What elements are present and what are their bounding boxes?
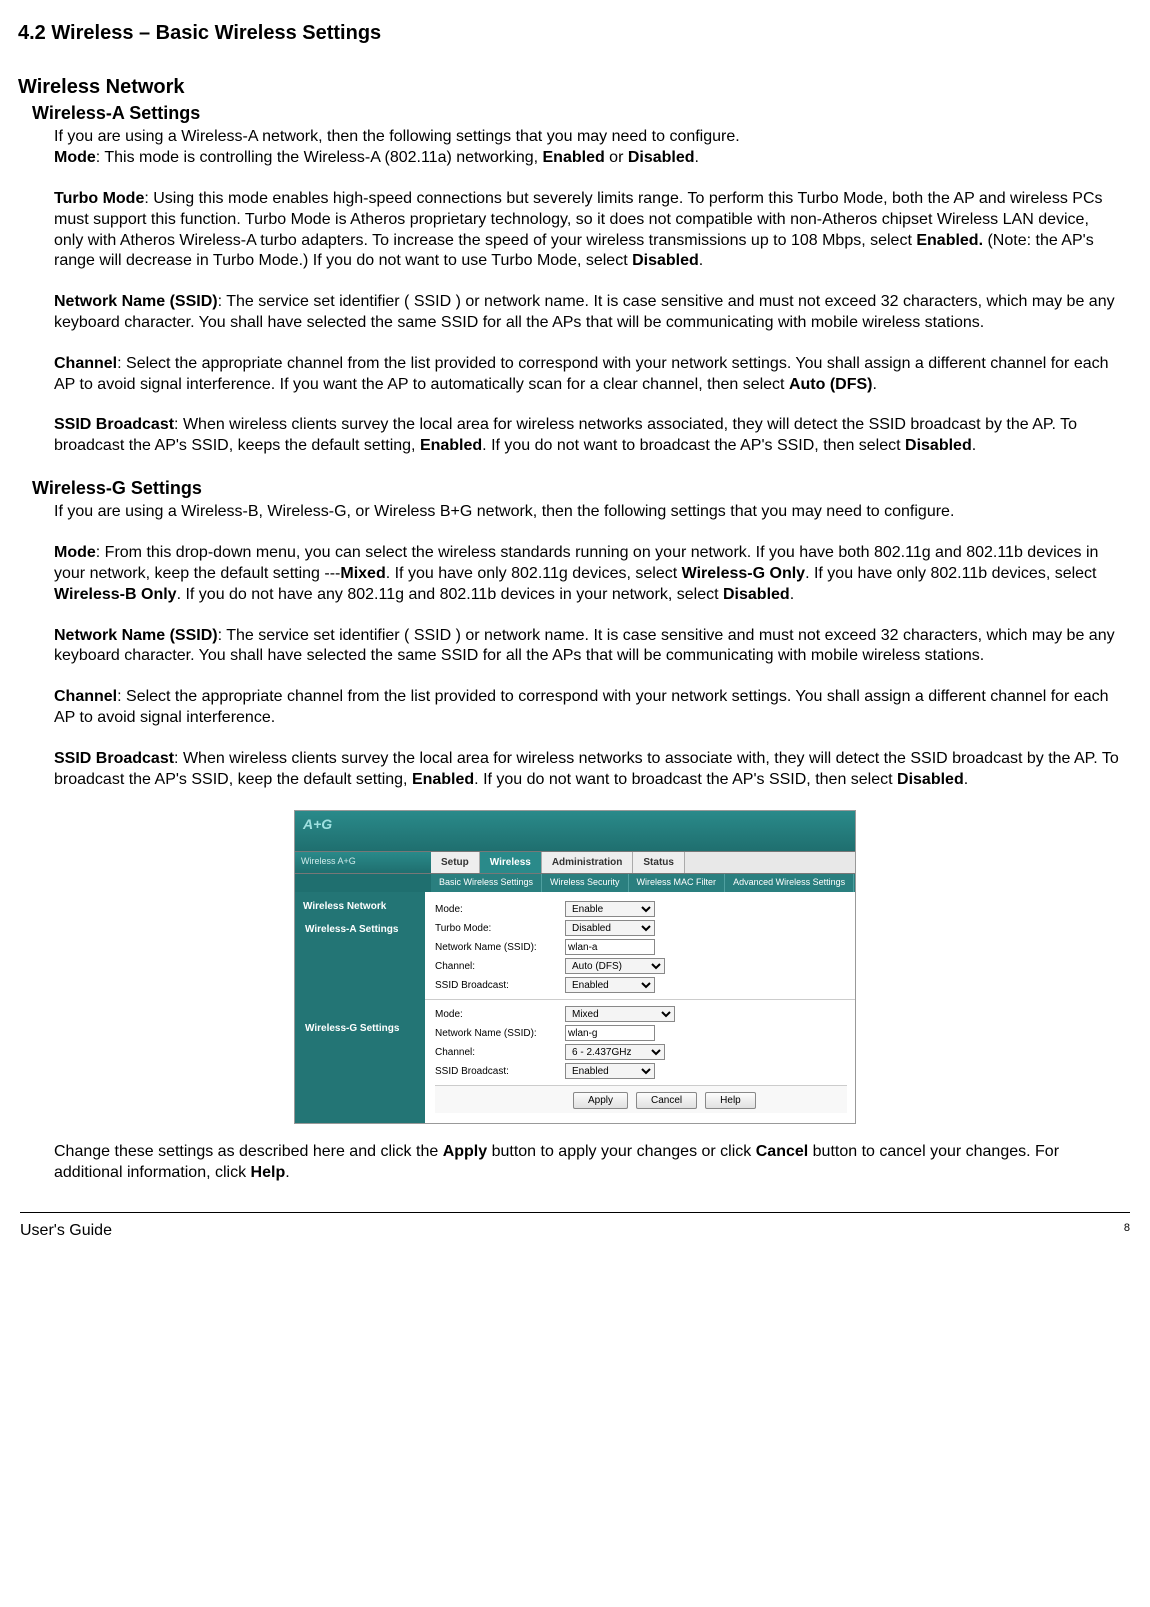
footer-page-number: 8 (1124, 1221, 1130, 1242)
select-channel-a[interactable]: Auto (DFS) (565, 958, 665, 974)
a-mode: Mode: This mode is controlling the Wirel… (54, 148, 1122, 169)
side-header: Wireless Network (295, 898, 425, 919)
label-ssid: Network Name (SSID) (54, 627, 218, 644)
router-ui-screenshot: A+G Wireless A+G Setup Wireless Administ… (18, 810, 1132, 1124)
select-mode-g[interactable]: Mixed (565, 1006, 675, 1022)
g-channel: Channel: Select the appropriate channel … (54, 687, 1122, 729)
a-intro: If you are using a Wireless-A network, t… (54, 127, 1122, 148)
g-ssid: Network Name (SSID): The service set ide… (54, 626, 1122, 668)
side-group-a: Wireless-A Settings (295, 919, 425, 940)
subtab-security[interactable]: Wireless Security (542, 874, 629, 892)
input-ssid-g[interactable] (565, 1025, 655, 1041)
label-channel: Channel (54, 355, 117, 372)
subtab-advanced[interactable]: Advanced Wireless Settings (725, 874, 854, 892)
label-ssid: Network Name (SSID) (54, 293, 218, 310)
a-channel: Channel: Select the appropriate channel … (54, 354, 1122, 396)
select-turbo-a[interactable]: Disabled (565, 920, 655, 936)
label-broadcast: SSID Broadcast (54, 416, 174, 433)
g-intro: If you are using a Wireless-B, Wireless-… (54, 502, 1122, 523)
field-label-channel-a: Channel: (435, 960, 565, 973)
label-channel: Channel (54, 688, 117, 705)
field-label-turbo: Turbo Mode: (435, 922, 565, 935)
g-mode: Mode: From this drop-down menu, you can … (54, 543, 1122, 605)
subtab-mac-filter[interactable]: Wireless MAC Filter (629, 874, 726, 892)
subtab-basic[interactable]: Basic Wireless Settings (431, 874, 542, 892)
heading-wireless-g: Wireless-G Settings (32, 477, 1132, 500)
field-label-bcast-g: SSID Broadcast: (435, 1065, 565, 1078)
label-broadcast: SSID Broadcast (54, 750, 174, 767)
brand-logo: A+G (303, 815, 332, 833)
side-group-g: Wireless-G Settings (295, 1018, 425, 1039)
select-mode-a[interactable]: Enable (565, 901, 655, 917)
a-turbo: Turbo Mode: Using this mode enables high… (54, 189, 1122, 272)
brand-text: Wireless A+G (295, 852, 431, 873)
help-button[interactable]: Help (705, 1092, 756, 1109)
g-broadcast: SSID Broadcast: When wireless clients su… (54, 749, 1122, 791)
field-label-ssid-a: Network Name (SSID): (435, 941, 565, 954)
select-bcast-a[interactable]: Enabled (565, 977, 655, 993)
footer-guide: User's Guide (20, 1221, 112, 1242)
field-label-ssid-g: Network Name (SSID): (435, 1027, 565, 1040)
label-mode: Mode (54, 149, 96, 166)
label-mode: Mode (54, 544, 96, 561)
select-channel-g[interactable]: 6 - 2.437GHz (565, 1044, 665, 1060)
tab-administration[interactable]: Administration (542, 852, 634, 873)
tab-wireless[interactable]: Wireless (480, 852, 542, 873)
apply-button[interactable]: Apply (573, 1092, 628, 1109)
field-label-mode-a: Mode: (435, 903, 565, 916)
a-ssid: Network Name (SSID): The service set ide… (54, 292, 1122, 334)
cancel-button[interactable]: Cancel (636, 1092, 697, 1109)
a-broadcast: SSID Broadcast: When wireless clients su… (54, 415, 1122, 457)
field-label-channel-g: Channel: (435, 1046, 565, 1059)
closing-text: Change these settings as described here … (54, 1142, 1122, 1184)
tab-status[interactable]: Status (633, 852, 685, 873)
label-turbo: Turbo Mode (54, 190, 144, 207)
heading-wireless-a: Wireless-A Settings (32, 102, 1132, 125)
input-ssid-a[interactable] (565, 939, 655, 955)
field-label-mode-g: Mode: (435, 1008, 565, 1021)
section-title: 4.2 Wireless – Basic Wireless Settings (18, 20, 1132, 46)
field-label-bcast-a: SSID Broadcast: (435, 979, 565, 992)
select-bcast-g[interactable]: Enabled (565, 1063, 655, 1079)
heading-wireless-network: Wireless Network (18, 74, 1132, 100)
tab-setup[interactable]: Setup (431, 852, 480, 873)
